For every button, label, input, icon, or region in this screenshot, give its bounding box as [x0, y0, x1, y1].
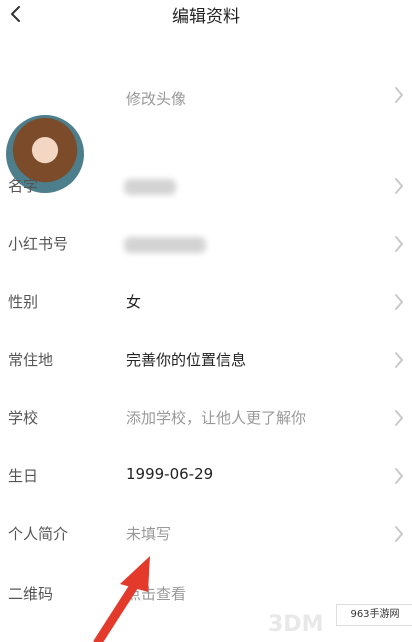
- field-label: 性别: [8, 293, 39, 311]
- chevron-right-icon: [394, 235, 404, 257]
- field-value: 1999-06-29: [126, 465, 214, 483]
- field-label: 名字: [8, 177, 39, 195]
- field-value: 未填写: [126, 525, 172, 543]
- watermark-badge: 963手游网: [336, 604, 412, 626]
- change-avatar-label: 修改头像: [126, 90, 187, 108]
- blurred-value: [124, 179, 176, 195]
- field-row-residence[interactable]: 常住地 完善你的位置信息: [0, 344, 412, 376]
- chevron-right-icon: [394, 467, 404, 489]
- field-row-redbook-id[interactable]: 小红书号: [0, 228, 412, 260]
- chevron-right-icon: [394, 525, 404, 547]
- chevron-right-icon: [394, 293, 404, 315]
- blurred-value: [124, 237, 206, 253]
- field-value: 点击查看: [126, 585, 187, 603]
- field-value: 女: [126, 293, 142, 311]
- field-row-name[interactable]: 名字: [0, 170, 412, 202]
- field-value: 完善你的位置信息: [126, 351, 247, 369]
- avatar-row[interactable]: 修改头像: [0, 56, 412, 193]
- field-label: 二维码: [8, 585, 54, 603]
- field-row-gender[interactable]: 性别 女: [0, 286, 412, 318]
- page-title: 编辑资料: [172, 7, 240, 27]
- field-row-school[interactable]: 学校 添加学校，让他人更了解你: [0, 402, 412, 434]
- chevron-right-icon: [394, 351, 404, 373]
- chevron-right-icon: [394, 409, 404, 431]
- field-label: 小红书号: [8, 235, 69, 253]
- field-label: 学校: [8, 409, 39, 427]
- watermark-logo: 3DM: [268, 612, 324, 637]
- field-label: 生日: [8, 467, 39, 485]
- chevron-right-icon: [394, 86, 404, 108]
- chevron-right-icon: [394, 177, 404, 199]
- field-value: 添加学校，让他人更了解你: [126, 409, 307, 427]
- top-bar: 编辑资料: [0, 0, 412, 36]
- field-label: 常住地: [8, 351, 54, 369]
- field-row-bio[interactable]: 个人简介 未填写: [0, 518, 412, 550]
- field-label: 个人简介: [8, 525, 69, 543]
- field-row-birthday[interactable]: 生日 1999-06-29: [0, 460, 412, 492]
